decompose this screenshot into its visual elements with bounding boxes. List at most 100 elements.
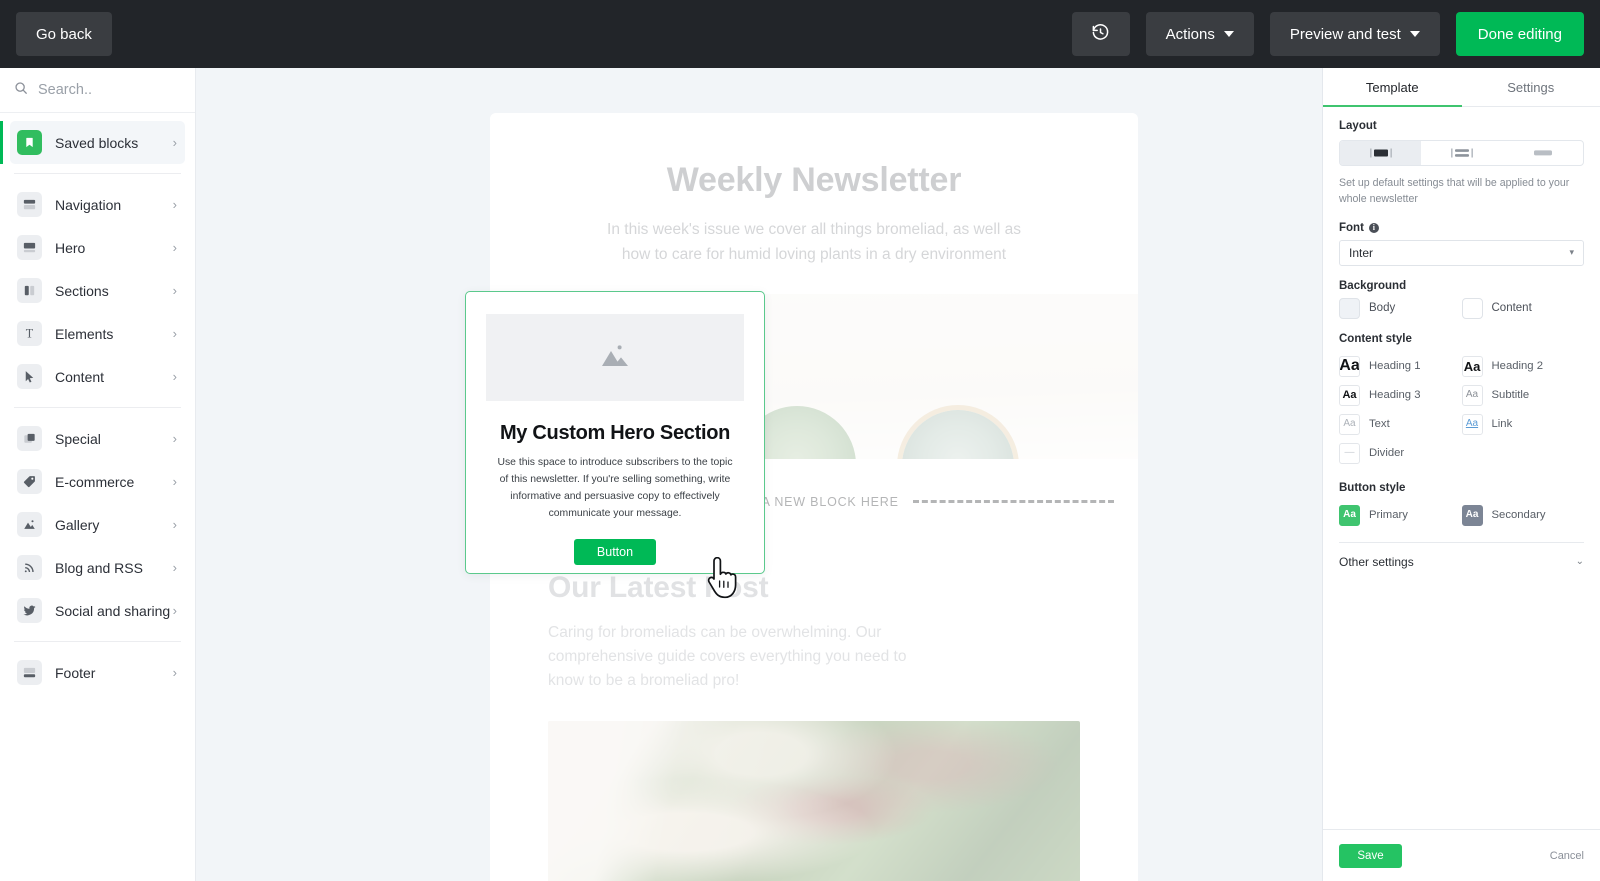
text-t-icon: T [17,321,42,346]
body-swatch-label: Body [1369,302,1396,315]
sidebar-item-label: Sections [55,282,109,299]
cursor-arrow-icon [17,364,42,389]
save-button[interactable]: Save [1339,843,1402,868]
sidebar-item-ecommerce[interactable]: E-commerce › [10,460,185,503]
chevron-right-icon: › [172,603,177,618]
sidebar-item-label: Navigation [55,196,122,213]
style-option-heading-2[interactable]: Aa Heading 2 [1461,352,1585,381]
sidebar-item-saved-blocks[interactable]: Saved blocks › [0,121,185,164]
font-label-text: Font [1339,221,1364,234]
chevron-down-icon: ▾ [1569,247,1574,258]
sidebar-item-content[interactable]: Content › [10,355,185,398]
go-back-label: Go back [36,25,92,43]
cancel-link[interactable]: Cancel [1550,850,1584,862]
tab-template-label: Template [1365,79,1419,95]
sidebar-layout-icon [1450,148,1473,158]
button-style-section-label: Button style [1339,482,1584,494]
saved-block-cta-button[interactable]: Button [574,539,656,566]
info-icon[interactable]: i [1368,222,1379,233]
newsletter-hero-title[interactable]: Weekly Newsletter [490,113,1138,200]
toolbar-left-group: Go back [16,12,112,56]
sidebar-item-sections[interactable]: Sections › [10,269,185,312]
sidebar-item-special[interactable]: Special › [10,417,185,460]
body-color-swatch[interactable] [1339,297,1360,319]
layout-help-text: Set up default settings that will be app… [1339,177,1570,205]
editor-canvas[interactable]: Weekly Newsletter In this week's issue w… [196,68,1322,881]
chevron-right-icon: › [172,197,177,212]
go-back-button[interactable]: Go back [16,12,112,56]
background-swatches: Body Content [1339,297,1585,319]
heading-3-swatch[interactable]: Aa [1339,384,1360,406]
style-option-divider[interactable]: — Divider [1339,439,1462,468]
content-style-section-label: Content style [1339,333,1584,345]
heading-1-swatch[interactable]: Aa [1339,355,1360,377]
sidebar-item-blog-and-rss[interactable]: Blog and RSS › [10,546,185,589]
single-column-layout-option[interactable] [1340,141,1421,165]
done-editing-button[interactable]: Done editing [1455,12,1584,56]
search-input[interactable] [38,82,181,98]
sidebar-item-social-and-sharing[interactable]: Social and sharing › [10,589,185,632]
button-style-label-text: Button style [1339,481,1406,494]
rss-icon [17,555,42,580]
style-option-text[interactable]: Aa Text [1339,410,1462,439]
navigation-block-icon [17,192,42,217]
heading-2-label: Heading 2 [1491,360,1544,373]
text-swatch[interactable]: Aa [1339,413,1360,435]
other-settings-accordion[interactable]: Other settings ⌄ [1339,543,1584,581]
background-body-option[interactable]: Body [1339,297,1462,319]
tab-template[interactable]: Template [1323,68,1462,107]
saved-block-title: My Custom Hero Section [499,422,731,444]
sidebar-item-footer[interactable]: Footer › [10,651,185,694]
sidebar-item-navigation[interactable]: Navigation › [10,183,185,226]
layout-section-label: Layout [1339,120,1377,132]
heading-2-swatch[interactable]: Aa [1461,355,1483,377]
style-option-heading-1[interactable]: Aa Heading 1 [1339,352,1462,381]
sidebar-item-gallery[interactable]: Gallery › [10,503,185,546]
text-sample: Aa [1343,418,1356,430]
primary-button-swatch[interactable]: Aa [1339,504,1360,526]
subtitle-swatch[interactable]: Aa [1461,384,1483,406]
secondary-button-swatch[interactable]: Aa [1461,504,1483,526]
done-editing-label: Done editing [1477,25,1562,43]
dragged-saved-block-card[interactable]: My Custom Hero Section Use this space to… [465,291,765,574]
sidebar-item-hero[interactable]: Hero › [10,226,185,269]
content-swatch-label: Content [1491,302,1532,315]
sidebar-layout-option[interactable] [1421,141,1502,165]
style-option-link[interactable]: Aa Link [1461,410,1585,439]
font-field-label: Font i [1339,222,1584,234]
style-option-subtitle[interactable]: Aa Subtitle [1461,381,1585,410]
heading-3-sample: Aa [1342,388,1357,401]
button-style-secondary[interactable]: Aa Secondary [1461,501,1585,530]
sidebar-item-elements[interactable]: T Elements › [10,312,185,355]
chevron-right-icon: › [172,135,177,150]
background-content-option[interactable]: Content [1461,297,1585,319]
secondary-label: Secondary [1491,509,1546,522]
sidebar-divider [14,407,181,408]
latest-post-body[interactable]: Caring for bromeliads can be overwhelmin… [490,605,970,693]
panel-tabs: Template Settings [1323,68,1600,107]
preview-and-test-button[interactable]: Preview and test [1269,12,1440,56]
style-option-heading-3[interactable]: Aa Heading 3 [1339,381,1462,410]
sidebar-search-row[interactable] [0,68,195,113]
chevron-right-icon: › [172,474,177,489]
sidebar-item-label: Saved blocks [55,134,139,151]
font-select[interactable]: Inter ▾ [1339,239,1584,266]
full-width-layout-option[interactable] [1502,141,1583,165]
newsletter-hero-subtitle[interactable]: In this week's issue we cover all things… [534,200,1094,268]
sidebar-item-label: Elements [55,325,114,342]
latest-post-image[interactable] [548,720,1080,881]
saved-block-text: Use this space to introduce subscribers … [497,457,733,519]
tab-settings[interactable]: Settings [1462,68,1600,106]
svg-text:T: T [26,327,34,341]
chevron-right-icon: › [172,369,177,384]
sidebar-item-label: Content [55,368,105,385]
button-style-primary[interactable]: Aa Primary [1339,501,1462,530]
content-color-swatch[interactable] [1461,297,1483,319]
content-style-label-text: Content style [1339,332,1412,345]
actions-label: Actions [1165,25,1215,43]
other-settings-label: Other settings [1339,554,1414,569]
divider-swatch[interactable]: — [1339,442,1360,464]
actions-dropdown-button[interactable]: Actions [1145,12,1254,56]
version-history-button[interactable] [1071,12,1130,56]
link-swatch[interactable]: Aa [1461,413,1483,435]
